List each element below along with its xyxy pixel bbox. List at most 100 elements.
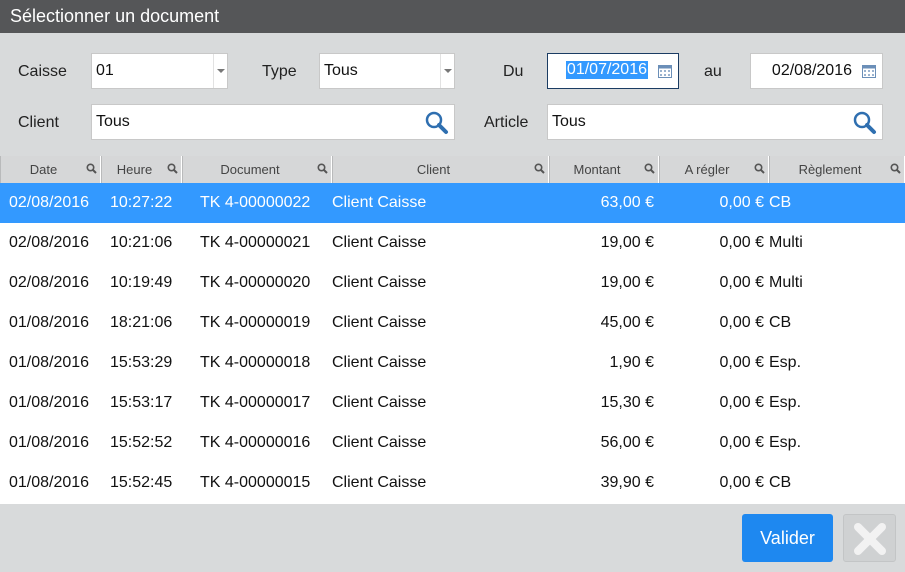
cell-reglement: CB	[769, 314, 792, 331]
cell-reglement: Esp.	[769, 354, 802, 371]
cell-a-regler: 0,00 €	[719, 234, 764, 251]
column-header-a-regler[interactable]: A régler	[659, 156, 769, 183]
table-row[interactable]: 01/08/2016 18:21:06 TK 4-00000019 Client…	[0, 303, 905, 343]
magnifier-icon[interactable]	[424, 110, 450, 136]
cell-a-regler: 0,00 €	[719, 194, 764, 211]
cell-document: TK 4-00000018	[200, 354, 311, 371]
cell-heure: 10:19:49	[110, 274, 173, 291]
dialog-footer: Valider	[0, 504, 905, 572]
cell-date: 01/08/2016	[9, 314, 90, 331]
cell-montant: 63,00 €	[600, 194, 654, 211]
column-search-icon[interactable]	[754, 163, 765, 174]
cell-date: 01/08/2016	[9, 394, 90, 411]
cell-a-regler: 0,00 €	[719, 474, 764, 491]
caisse-value: 01	[96, 62, 114, 79]
table-row[interactable]: 01/08/2016 15:52:52 TK 4-00000016 Client…	[0, 423, 905, 463]
cell-client: Client Caisse	[332, 194, 427, 211]
column-header-client[interactable]: Client	[332, 156, 549, 183]
column-search-icon[interactable]	[86, 163, 97, 174]
close-icon	[854, 523, 886, 555]
magnifier-icon[interactable]	[852, 110, 878, 136]
column-header-label: Montant	[573, 162, 621, 177]
column-search-icon[interactable]	[644, 163, 655, 174]
dialog-title: Sélectionner un document	[10, 6, 220, 26]
caisse-select[interactable]: 01	[91, 53, 228, 89]
column-header-heure[interactable]: Heure	[101, 156, 182, 183]
cell-a-regler: 0,00 €	[719, 434, 764, 451]
column-header-document[interactable]: Document	[182, 156, 332, 183]
table-row[interactable]: 01/08/2016 15:52:45 TK 4-00000015 Client…	[0, 463, 905, 503]
type-select[interactable]: Tous	[319, 53, 455, 89]
cell-reglement: CB	[769, 194, 792, 211]
cell-date: 02/08/2016	[9, 194, 90, 211]
column-search-icon[interactable]	[167, 163, 178, 174]
column-header-montant[interactable]: Montant	[549, 156, 659, 183]
cell-heure: 15:52:52	[110, 434, 173, 451]
column-search-icon[interactable]	[890, 163, 901, 174]
cell-montant: 15,30 €	[600, 394, 654, 411]
dialog-titlebar: Sélectionner un document	[0, 0, 905, 33]
cell-date: 02/08/2016	[9, 274, 90, 291]
cell-client: Client Caisse	[332, 234, 427, 251]
column-header-reglement[interactable]: Règlement	[769, 156, 905, 183]
au-date-field[interactable]: 02/08/2016	[750, 53, 883, 89]
cell-reglement: Multi	[769, 234, 803, 251]
cell-client: Client Caisse	[332, 314, 427, 331]
cell-montant: 19,00 €	[600, 234, 654, 251]
chevron-down-icon[interactable]	[440, 54, 454, 88]
cell-reglement: Multi	[769, 274, 803, 291]
table-row[interactable]: 02/08/2016 10:21:06 TK 4-00000021 Client…	[0, 223, 905, 263]
cell-reglement: Esp.	[769, 434, 802, 451]
client-field[interactable]: Tous	[91, 104, 455, 140]
table-row[interactable]: 02/08/2016 10:27:22 TK 4-00000022 Client…	[0, 183, 905, 223]
au-label: au	[704, 63, 722, 80]
cell-document: TK 4-00000022	[200, 194, 311, 211]
calendar-icon[interactable]	[862, 64, 876, 78]
table-row[interactable]: 01/08/2016 15:53:29 TK 4-00000018 Client…	[0, 343, 905, 383]
grid-header: Date Heure Document Client Montant A rég…	[0, 156, 905, 183]
cell-reglement: Esp.	[769, 394, 802, 411]
column-header-date[interactable]: Date	[0, 156, 101, 183]
cell-document: TK 4-00000019	[200, 314, 311, 331]
article-label: Article	[484, 114, 529, 131]
cell-client: Client Caisse	[332, 474, 427, 491]
cell-client: Client Caisse	[332, 394, 427, 411]
cell-heure: 15:53:17	[110, 394, 173, 411]
cell-client: Client Caisse	[332, 274, 427, 291]
cell-document: TK 4-00000017	[200, 394, 311, 411]
table-row[interactable]: 01/08/2016 15:53:17 TK 4-00000017 Client…	[0, 383, 905, 423]
cell-document: TK 4-00000016	[200, 434, 311, 451]
article-field[interactable]: Tous	[547, 104, 883, 140]
cell-a-regler: 0,00 €	[719, 314, 764, 331]
du-date-value: 01/07/2016	[565, 61, 648, 79]
cell-heure: 10:21:06	[110, 234, 173, 251]
cell-heure: 15:52:45	[110, 474, 173, 491]
cell-montant: 39,90 €	[600, 474, 654, 491]
cell-montant: 1,90 €	[609, 354, 654, 371]
cell-montant: 45,00 €	[600, 314, 654, 331]
type-value: Tous	[324, 62, 358, 79]
cell-document: TK 4-00000020	[200, 274, 311, 291]
cell-heure: 15:53:29	[110, 354, 173, 371]
cell-document: TK 4-00000021	[200, 234, 311, 251]
cell-heure: 18:21:06	[110, 314, 173, 331]
cell-document: TK 4-00000015	[200, 474, 311, 491]
close-button[interactable]	[843, 514, 896, 562]
table-row[interactable]: 02/08/2016 10:19:49 TK 4-00000020 Client…	[0, 263, 905, 303]
column-search-icon[interactable]	[317, 163, 328, 174]
client-label: Client	[18, 114, 59, 131]
du-date-field[interactable]: 01/07/2016	[547, 53, 679, 89]
calendar-icon[interactable]	[658, 64, 672, 78]
column-header-label: A régler	[684, 162, 730, 177]
cell-client: Client Caisse	[332, 434, 427, 451]
chevron-down-icon[interactable]	[213, 54, 227, 88]
du-label: Du	[503, 63, 524, 80]
cell-date: 01/08/2016	[9, 434, 90, 451]
valider-button[interactable]: Valider	[742, 514, 833, 562]
type-label: Type	[262, 63, 297, 80]
cell-date: 01/08/2016	[9, 354, 90, 371]
au-date-value: 02/08/2016	[771, 62, 852, 79]
column-search-icon[interactable]	[534, 163, 545, 174]
cell-reglement: CB	[769, 474, 792, 491]
cell-a-regler: 0,00 €	[719, 354, 764, 371]
